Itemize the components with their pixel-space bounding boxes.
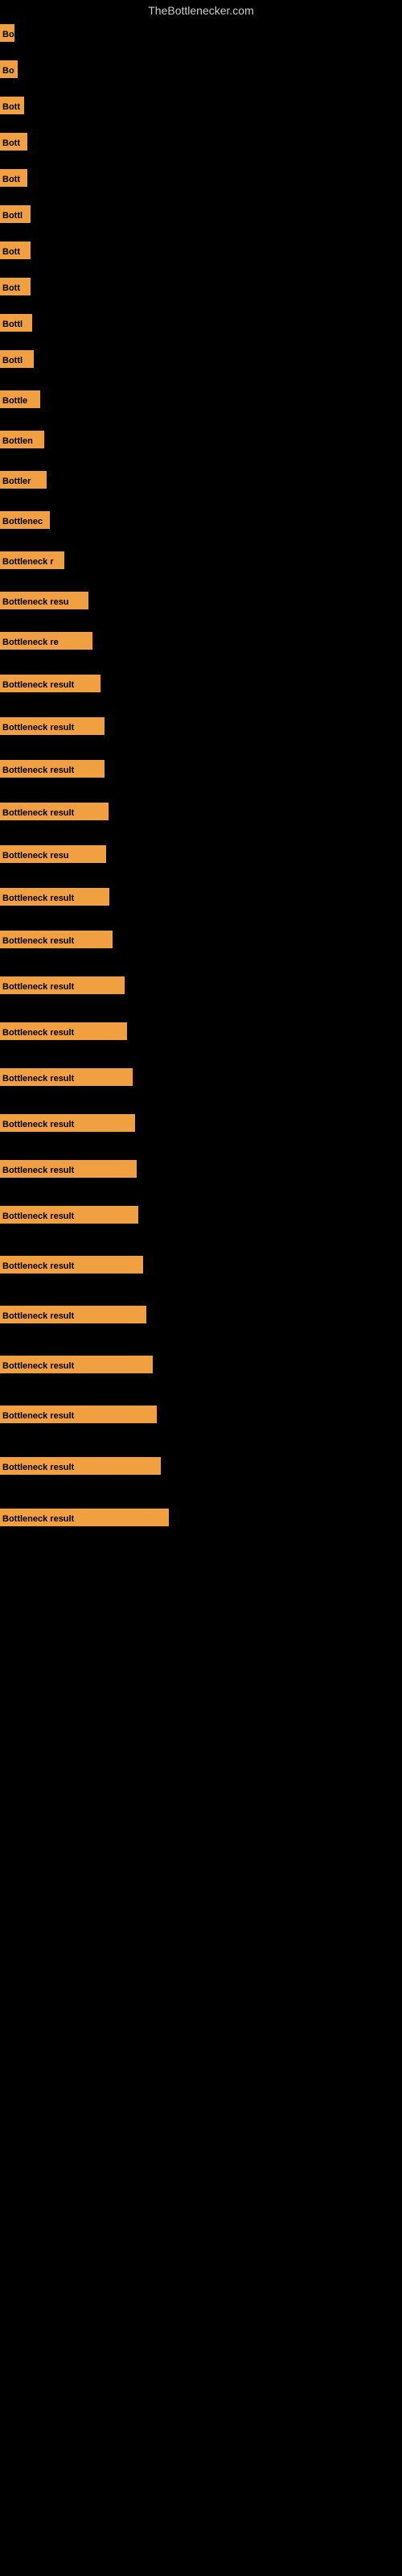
bar-item-15: Bottleneck r (0, 551, 64, 569)
bar-label-24: Bottleneck result (0, 931, 113, 948)
bar-item-34: Bottleneck result (0, 1406, 157, 1423)
bar-item-28: Bottleneck result (0, 1114, 135, 1132)
bar-item-4: Bott (0, 133, 27, 151)
bar-label-13: Bottler (0, 471, 47, 489)
bar-label-3: Bott (0, 97, 24, 114)
bar-label-30: Bottleneck result (0, 1206, 138, 1224)
bar-label-17: Bottleneck re (0, 632, 92, 650)
bar-label-7: Bott (0, 242, 31, 259)
bar-label-11: Bottle (0, 390, 40, 408)
bar-item-36: Bottleneck result (0, 1509, 169, 1526)
bar-label-25: Bottleneck result (0, 976, 125, 994)
bar-label-34: Bottleneck result (0, 1406, 157, 1423)
bar-label-18: Bottleneck result (0, 675, 100, 692)
bar-label-4: Bott (0, 133, 27, 151)
bar-label-23: Bottleneck result (0, 888, 109, 906)
bar-label-8: Bott (0, 278, 31, 295)
bar-item-12: Bottlen (0, 431, 44, 448)
bar-item-22: Bottleneck resu (0, 845, 106, 863)
bar-item-29: Bottleneck result (0, 1160, 137, 1178)
bar-label-33: Bottleneck result (0, 1356, 153, 1373)
bar-label-9: Bottl (0, 314, 32, 332)
bar-label-6: Bottl (0, 205, 31, 223)
bar-label-1: Bo (0, 24, 14, 42)
bar-item-18: Bottleneck result (0, 675, 100, 692)
bar-item-32: Bottleneck result (0, 1306, 146, 1323)
bar-label-14: Bottlenec (0, 511, 50, 529)
bar-item-19: Bottleneck result (0, 717, 105, 735)
bar-label-5: Bott (0, 169, 27, 187)
bar-label-19: Bottleneck result (0, 717, 105, 735)
bar-label-12: Bottlen (0, 431, 44, 448)
bar-label-31: Bottleneck result (0, 1256, 143, 1274)
bar-item-17: Bottleneck re (0, 632, 92, 650)
bar-item-30: Bottleneck result (0, 1206, 138, 1224)
bar-item-9: Bottl (0, 314, 32, 332)
bar-item-35: Bottleneck result (0, 1457, 161, 1475)
bar-item-31: Bottleneck result (0, 1256, 143, 1274)
bar-item-14: Bottlenec (0, 511, 50, 529)
bar-item-10: Bottl (0, 350, 34, 368)
bar-label-20: Bottleneck result (0, 760, 105, 778)
bar-label-16: Bottleneck resu (0, 592, 88, 609)
bar-item-2: Bo (0, 60, 18, 78)
bar-item-7: Bott (0, 242, 31, 259)
bar-item-20: Bottleneck result (0, 760, 105, 778)
bar-item-25: Bottleneck result (0, 976, 125, 994)
bar-item-21: Bottleneck result (0, 803, 109, 820)
bar-label-22: Bottleneck resu (0, 845, 106, 863)
bar-item-13: Bottler (0, 471, 47, 489)
bar-label-32: Bottleneck result (0, 1306, 146, 1323)
bar-label-27: Bottleneck result (0, 1068, 133, 1086)
bar-item-26: Bottleneck result (0, 1022, 127, 1040)
bar-item-3: Bott (0, 97, 24, 114)
bar-label-15: Bottleneck r (0, 551, 64, 569)
bar-item-5: Bott (0, 169, 27, 187)
bar-item-33: Bottleneck result (0, 1356, 153, 1373)
bar-item-16: Bottleneck resu (0, 592, 88, 609)
bar-label-10: Bottl (0, 350, 34, 368)
bar-label-2: Bo (0, 60, 18, 78)
bar-item-6: Bottl (0, 205, 31, 223)
bar-item-1: Bo (0, 24, 14, 42)
bar-item-23: Bottleneck result (0, 888, 109, 906)
bar-item-11: Bottle (0, 390, 40, 408)
bar-label-26: Bottleneck result (0, 1022, 127, 1040)
bar-item-27: Bottleneck result (0, 1068, 133, 1086)
bar-label-35: Bottleneck result (0, 1457, 161, 1475)
bar-label-29: Bottleneck result (0, 1160, 137, 1178)
bar-item-24: Bottleneck result (0, 931, 113, 948)
bar-item-8: Bott (0, 278, 31, 295)
bar-label-36: Bottleneck result (0, 1509, 169, 1526)
bar-label-21: Bottleneck result (0, 803, 109, 820)
bar-label-28: Bottleneck result (0, 1114, 135, 1132)
site-title: TheBottlenecker.com (148, 4, 254, 17)
